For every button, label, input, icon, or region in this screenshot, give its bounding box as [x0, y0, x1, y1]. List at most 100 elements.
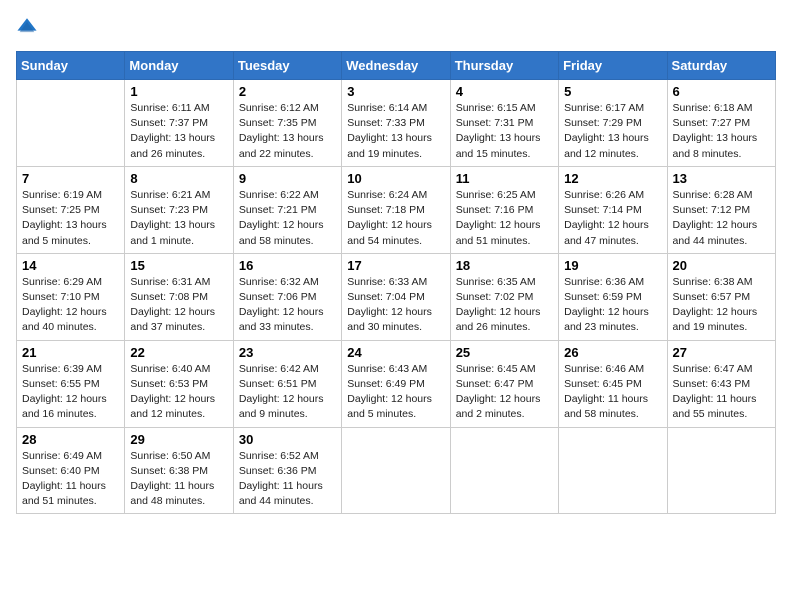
- day-info: Sunrise: 6:38 AM Sunset: 6:57 PM Dayligh…: [673, 275, 770, 336]
- calendar-cell: 9 Sunrise: 6:22 AM Sunset: 7:21 PM Daylig…: [233, 166, 341, 253]
- calendar-cell: 19 Sunrise: 6:36 AM Sunset: 6:59 PM Dayli…: [559, 253, 667, 340]
- day-info: Sunrise: 6:49 AM Sunset: 6:40 PM Dayligh…: [22, 449, 119, 510]
- day-number: 30: [239, 432, 336, 447]
- day-info: Sunrise: 6:32 AM Sunset: 7:06 PM Dayligh…: [239, 275, 336, 336]
- day-info: Sunrise: 6:40 AM Sunset: 6:53 PM Dayligh…: [130, 362, 227, 423]
- day-info: Sunrise: 6:26 AM Sunset: 7:14 PM Dayligh…: [564, 188, 661, 249]
- calendar-cell: 12 Sunrise: 6:26 AM Sunset: 7:14 PM Dayli…: [559, 166, 667, 253]
- day-number: 26: [564, 345, 661, 360]
- day-number: 17: [347, 258, 444, 273]
- week-row-5: 28 Sunrise: 6:49 AM Sunset: 6:40 PM Dayli…: [17, 427, 776, 514]
- day-info: Sunrise: 6:15 AM Sunset: 7:31 PM Dayligh…: [456, 101, 553, 162]
- calendar-cell: 10Sunrise: 6:24 AM Sunset: 7:18 PM Dayli…: [342, 166, 450, 253]
- day-info: Sunrise: 6:35 AM Sunset: 7:02 PM Dayligh…: [456, 275, 553, 336]
- calendar-table: SundayMondayTuesdayWednesdayThursdayFrid…: [16, 51, 776, 514]
- day-number: 9: [239, 171, 336, 186]
- day-number: 3: [347, 84, 444, 99]
- day-number: 18: [456, 258, 553, 273]
- day-number: 12: [564, 171, 661, 186]
- calendar-cell: 7 Sunrise: 6:19 AM Sunset: 7:25 PM Daylig…: [17, 166, 125, 253]
- calendar-cell: 16 Sunrise: 6:32 AM Sunset: 7:06 PM Dayli…: [233, 253, 341, 340]
- day-header-thursday: Thursday: [450, 52, 558, 80]
- day-header-saturday: Saturday: [667, 52, 775, 80]
- calendar-cell: 17 Sunrise: 6:33 AM Sunset: 7:04 PM Dayli…: [342, 253, 450, 340]
- calendar-cell: 4Sunrise: 6:15 AM Sunset: 7:31 PM Daylig…: [450, 80, 558, 167]
- day-number: 14: [22, 258, 119, 273]
- day-header-monday: Monday: [125, 52, 233, 80]
- calendar-cell: 18 Sunrise: 6:35 AM Sunset: 7:02 PM Dayli…: [450, 253, 558, 340]
- calendar-cell: 6 Sunrise: 6:18 AM Sunset: 7:27 PM Daylig…: [667, 80, 775, 167]
- day-info: Sunrise: 6:29 AM Sunset: 7:10 PM Dayligh…: [22, 275, 119, 336]
- week-row-3: 14 Sunrise: 6:29 AM Sunset: 7:10 PM Dayli…: [17, 253, 776, 340]
- calendar-cell: 30 Sunrise: 6:52 AM Sunset: 6:36 PM Dayli…: [233, 427, 341, 514]
- calendar-cell: 25 Sunrise: 6:45 AM Sunset: 6:47 PM Dayli…: [450, 340, 558, 427]
- day-number: 29: [130, 432, 227, 447]
- day-number: 2: [239, 84, 336, 99]
- day-number: 6: [673, 84, 770, 99]
- day-info: Sunrise: 6:46 AM Sunset: 6:45 PM Dayligh…: [564, 362, 661, 423]
- day-number: 5: [564, 84, 661, 99]
- calendar-cell: 5 Sunrise: 6:17 AM Sunset: 7:29 PM Daylig…: [559, 80, 667, 167]
- week-row-4: 21Sunrise: 6:39 AM Sunset: 6:55 PM Dayli…: [17, 340, 776, 427]
- week-row-2: 7 Sunrise: 6:19 AM Sunset: 7:25 PM Daylig…: [17, 166, 776, 253]
- day-number: 22: [130, 345, 227, 360]
- day-info: Sunrise: 6:19 AM Sunset: 7:25 PM Dayligh…: [22, 188, 119, 249]
- calendar-cell: 8 Sunrise: 6:21 AM Sunset: 7:23 PM Daylig…: [125, 166, 233, 253]
- calendar-cell: 27 Sunrise: 6:47 AM Sunset: 6:43 PM Dayli…: [667, 340, 775, 427]
- day-info: Sunrise: 6:50 AM Sunset: 6:38 PM Dayligh…: [130, 449, 227, 510]
- day-info: Sunrise: 6:17 AM Sunset: 7:29 PM Dayligh…: [564, 101, 661, 162]
- day-number: 20: [673, 258, 770, 273]
- calendar-cell: 23Sunrise: 6:42 AM Sunset: 6:51 PM Dayli…: [233, 340, 341, 427]
- page-header: [16, 16, 776, 43]
- calendar-cell: 21Sunrise: 6:39 AM Sunset: 6:55 PM Dayli…: [17, 340, 125, 427]
- day-info: Sunrise: 6:36 AM Sunset: 6:59 PM Dayligh…: [564, 275, 661, 336]
- calendar-cell: 1Sunrise: 6:11 AM Sunset: 7:37 PM Daylig…: [125, 80, 233, 167]
- calendar-cell: 29 Sunrise: 6:50 AM Sunset: 6:38 PM Dayli…: [125, 427, 233, 514]
- calendar-cell: [17, 80, 125, 167]
- calendar-cell: [667, 427, 775, 514]
- day-info: Sunrise: 6:11 AM Sunset: 7:37 PM Dayligh…: [130, 101, 227, 162]
- day-number: 13: [673, 171, 770, 186]
- day-number: 15: [130, 258, 227, 273]
- day-header-wednesday: Wednesday: [342, 52, 450, 80]
- day-info: Sunrise: 6:22 AM Sunset: 7:21 PM Dayligh…: [239, 188, 336, 249]
- day-info: Sunrise: 6:25 AM Sunset: 7:16 PM Dayligh…: [456, 188, 553, 249]
- calendar-cell: 13 Sunrise: 6:28 AM Sunset: 7:12 PM Dayli…: [667, 166, 775, 253]
- calendar-cell: [450, 427, 558, 514]
- calendar-cell: 11 Sunrise: 6:25 AM Sunset: 7:16 PM Dayli…: [450, 166, 558, 253]
- day-info: Sunrise: 6:52 AM Sunset: 6:36 PM Dayligh…: [239, 449, 336, 510]
- day-number: 24: [347, 345, 444, 360]
- calendar-cell: 28 Sunrise: 6:49 AM Sunset: 6:40 PM Dayli…: [17, 427, 125, 514]
- day-number: 16: [239, 258, 336, 273]
- day-info: Sunrise: 6:12 AM Sunset: 7:35 PM Dayligh…: [239, 101, 336, 162]
- day-number: 8: [130, 171, 227, 186]
- day-info: Sunrise: 6:45 AM Sunset: 6:47 PM Dayligh…: [456, 362, 553, 423]
- day-number: 23: [239, 345, 336, 360]
- day-info: Sunrise: 6:33 AM Sunset: 7:04 PM Dayligh…: [347, 275, 444, 336]
- calendar-cell: 26 Sunrise: 6:46 AM Sunset: 6:45 PM Dayli…: [559, 340, 667, 427]
- calendar-cell: [342, 427, 450, 514]
- day-header-sunday: Sunday: [17, 52, 125, 80]
- calendar-cell: [559, 427, 667, 514]
- day-number: 11: [456, 171, 553, 186]
- calendar-cell: 14 Sunrise: 6:29 AM Sunset: 7:10 PM Dayli…: [17, 253, 125, 340]
- day-info: Sunrise: 6:47 AM Sunset: 6:43 PM Dayligh…: [673, 362, 770, 423]
- day-info: Sunrise: 6:39 AM Sunset: 6:55 PM Dayligh…: [22, 362, 119, 423]
- day-info: Sunrise: 6:43 AM Sunset: 6:49 PM Dayligh…: [347, 362, 444, 423]
- day-info: Sunrise: 6:18 AM Sunset: 7:27 PM Dayligh…: [673, 101, 770, 162]
- day-info: Sunrise: 6:28 AM Sunset: 7:12 PM Dayligh…: [673, 188, 770, 249]
- day-info: Sunrise: 6:21 AM Sunset: 7:23 PM Dayligh…: [130, 188, 227, 249]
- day-number: 10: [347, 171, 444, 186]
- day-number: 19: [564, 258, 661, 273]
- day-number: 28: [22, 432, 119, 447]
- day-header-friday: Friday: [559, 52, 667, 80]
- calendar-cell: 22 Sunrise: 6:40 AM Sunset: 6:53 PM Dayli…: [125, 340, 233, 427]
- week-row-1: 1Sunrise: 6:11 AM Sunset: 7:37 PM Daylig…: [17, 80, 776, 167]
- calendar-cell: 2 Sunrise: 6:12 AM Sunset: 7:35 PM Daylig…: [233, 80, 341, 167]
- day-number: 7: [22, 171, 119, 186]
- logo: [16, 16, 40, 43]
- day-number: 25: [456, 345, 553, 360]
- day-number: 27: [673, 345, 770, 360]
- logo-icon: [16, 16, 38, 43]
- calendar-cell: 24 Sunrise: 6:43 AM Sunset: 6:49 PM Dayli…: [342, 340, 450, 427]
